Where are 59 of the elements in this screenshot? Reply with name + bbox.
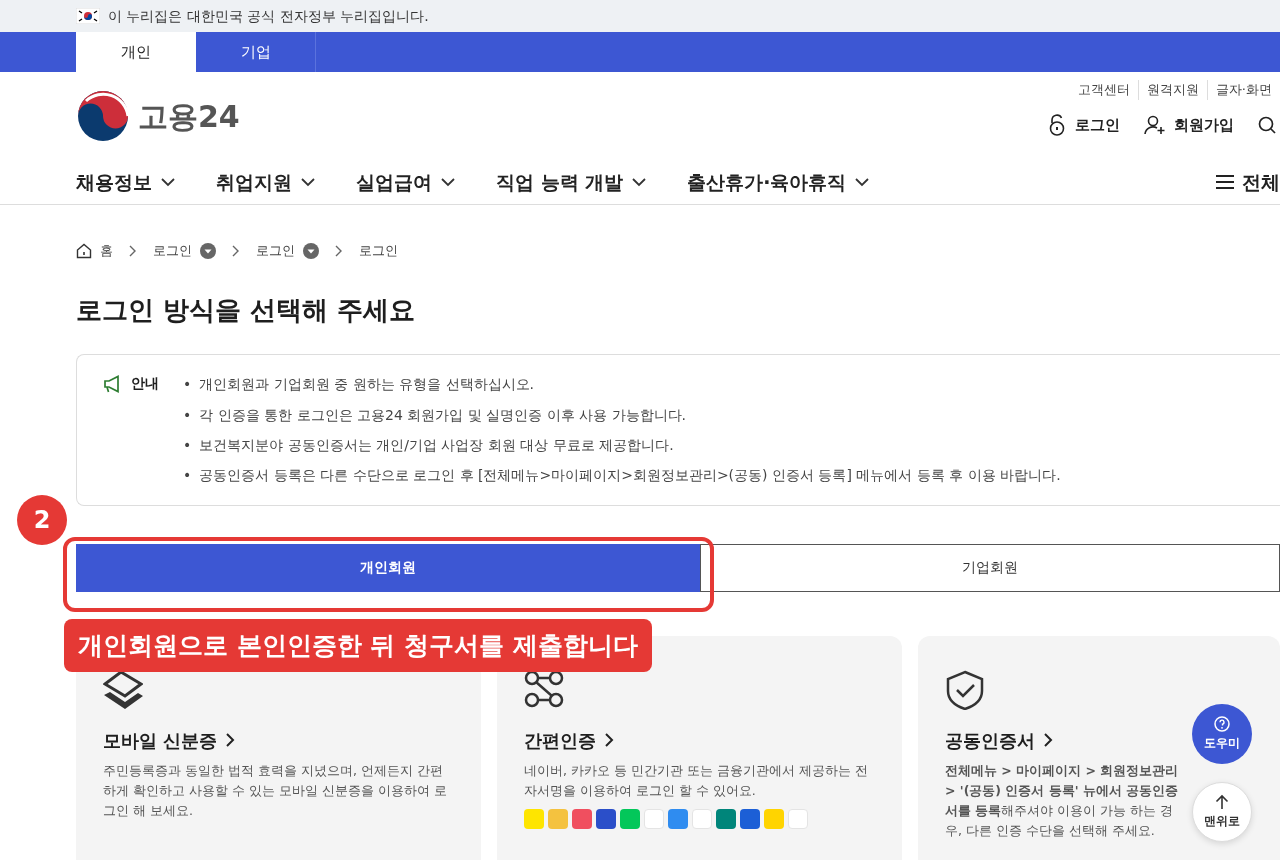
member-tab[interactable]: 기업 [196,32,316,72]
logo-icon [76,89,130,143]
breadcrumb-item[interactable]: 로그인 [153,241,192,261]
user-add-icon [1144,114,1166,135]
search-icon [1258,115,1276,134]
nav-menu-item[interactable]: 취업지원 [216,167,292,197]
menu-icon [1216,174,1234,190]
nav-menu-item[interactable]: 실업급여 [356,167,432,197]
bullet-mark: • [183,405,192,425]
dropdown-icon [200,243,216,259]
dropdown-icon [303,243,319,259]
logo-text[interactable]: 고용24 [138,93,240,139]
utility-link[interactable]: 글자·화면 [1206,80,1280,100]
notice-text: 보건복지분야 공동인증서는 개인/기업 사업장 회원 대상 무료로 제공합니다. [199,435,674,455]
shield-check-icon [945,669,985,710]
notice-text: 각 인증을 통한 로그인은 고용24 회원가입 및 실명인증 이후 사용 가능합니다. [199,405,687,425]
bullet-mark: • [183,375,192,395]
method-title[interactable]: 간편인증 [524,727,596,753]
bullet-mark: • [183,435,192,455]
flag-icon [76,8,100,24]
method-description: 네이버, 카카오 등 민간기관 또는 금융기관에서 제공하는 전자서명을 이용하여 로그인 할 수 있어요. [524,761,869,800]
callout-tooltip: 개인회원으로 본인인증한 뒤 청구서를 제출합니다 [64,619,652,672]
chevron-right-icon [232,245,240,257]
all-menu-link[interactable]: 전체 [1242,167,1280,197]
gov-banner-text: 이 누리집은 대한민국 공식 전자정부 누리집입니다. [108,6,429,26]
nav-menu-item[interactable]: 출산휴가·육아휴직 [687,167,847,197]
question-icon [1214,716,1230,732]
notice-label: 안내 [131,374,159,394]
member-type-tab[interactable]: 기업회원 [700,543,1280,592]
notice-text: 개인회원과 기업회원 중 원하는 유형을 선택하십시오. [199,375,534,395]
breadcrumb-item[interactable]: 로그인 [359,241,398,261]
member-type-tab[interactable]: 개인회원 [76,543,700,592]
chevron-right-icon [335,245,343,257]
breadcrumb-item[interactable]: 홈 [100,241,113,261]
method-description: 주민등록증과 동일한 법적 효력을 지녔으며, 언제든지 간편하게 확인하고 사용할 수 있는 모바일 신분증을 이용하여 로그인 해 보세요. [103,761,448,820]
account-link[interactable]: 로그인 [1075,113,1120,136]
home-icon [76,243,92,259]
breadcrumb-item[interactable]: 로그인 [256,241,295,261]
arrow-up-icon [1215,794,1229,810]
step-marker: 2 [17,495,67,545]
method-title[interactable]: 모바일 신분증 [103,727,218,753]
account-link[interactable]: 회원가입 [1174,113,1234,136]
member-tab[interactable]: 개인 [76,32,196,72]
notice-text: 공동인증서 등록은 다른 수단으로 로그인 후 [전체메뉴>마이페이지>회원정보관리>(공동) 인증서 등록] 메뉴에서 등록 후 이용 바랍니다. [199,466,1061,486]
id-cards-icon [103,669,143,710]
page-title: 로그인 방식을 선택해 주세요 [76,295,417,327]
chevron-right-icon [225,732,236,749]
utility-link[interactable]: 고객센터 [1069,80,1138,100]
chevron-right-icon [129,245,137,257]
share-nodes-icon [524,669,564,710]
method-description: 전체메뉴 > 마이페이지 > 회원정보관리 > '(공동) 인증서 등록' 뉴에서 공동인증서를 등록해주셔야 이용이 가능 하는 경우, 다른 인증 수단을 선택해 주세요. [945,761,1180,840]
utility-link[interactable]: 원격지원 [1137,80,1207,100]
method-title[interactable]: 공동인증서 [945,727,1035,753]
bullet-mark: • [183,466,192,486]
chevron-right-icon [604,732,614,749]
nav-menu-item[interactable]: 채용정보 [76,167,152,197]
lock-icon [1047,113,1067,136]
nav-menu-item[interactable]: 직업 능력 개발 [496,167,624,197]
chevron-right-icon [1043,732,1053,749]
